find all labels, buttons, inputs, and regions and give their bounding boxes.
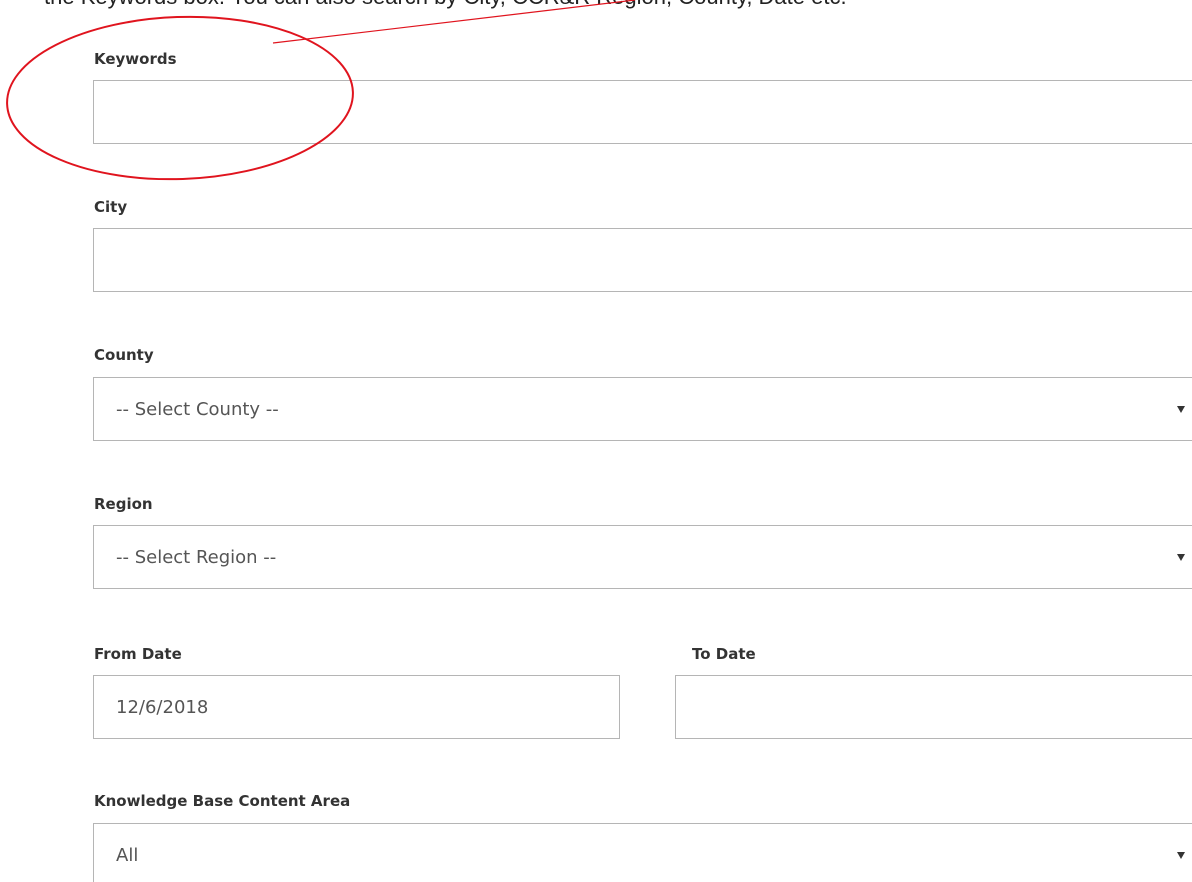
from-date-input[interactable] (93, 675, 620, 739)
city-input[interactable] (93, 228, 1192, 292)
instruction-text: the Keywords box. You can also search by… (44, 0, 847, 10)
region-select-value: -- Select Region -- (116, 546, 277, 568)
region-select[interactable]: -- Select Region -- (93, 525, 1192, 589)
county-label: County (94, 346, 154, 364)
county-select-value: -- Select County -- (116, 398, 279, 420)
to-date-input[interactable] (675, 675, 1192, 739)
keywords-label: Keywords (94, 50, 177, 68)
region-label: Region (94, 495, 153, 513)
from-date-label: From Date (94, 645, 182, 663)
content-area-select[interactable]: All (93, 823, 1192, 882)
keywords-input[interactable] (93, 80, 1192, 144)
city-label: City (94, 198, 128, 216)
chevron-down-icon (1177, 851, 1185, 859)
county-select[interactable]: -- Select County -- (93, 377, 1192, 441)
content-area-label: Knowledge Base Content Area (94, 792, 351, 810)
content-area-select-value: All (116, 844, 139, 866)
chevron-down-icon (1177, 553, 1185, 561)
chevron-down-icon (1177, 405, 1185, 413)
to-date-label: To Date (692, 645, 756, 663)
